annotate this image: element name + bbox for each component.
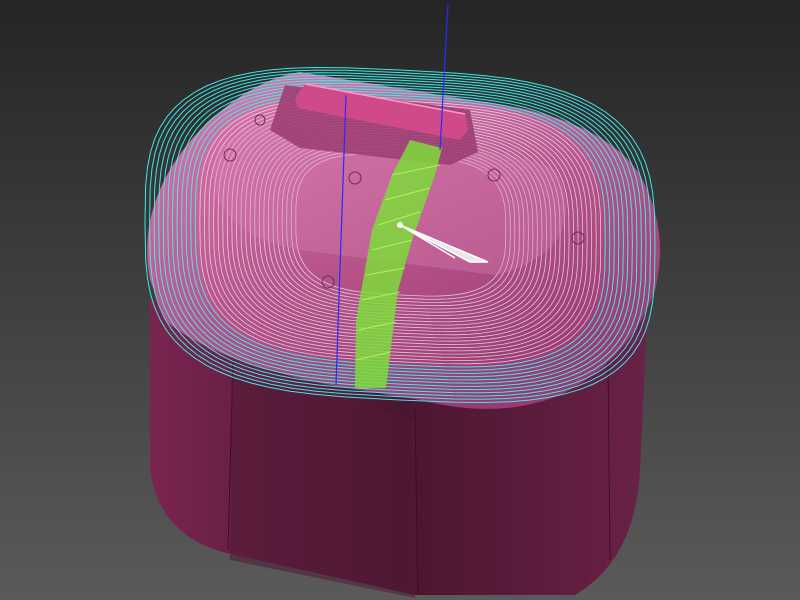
3d-viewport[interactable] (0, 0, 800, 600)
tool-position-marker (397, 222, 403, 228)
cam-scene (0, 0, 800, 600)
